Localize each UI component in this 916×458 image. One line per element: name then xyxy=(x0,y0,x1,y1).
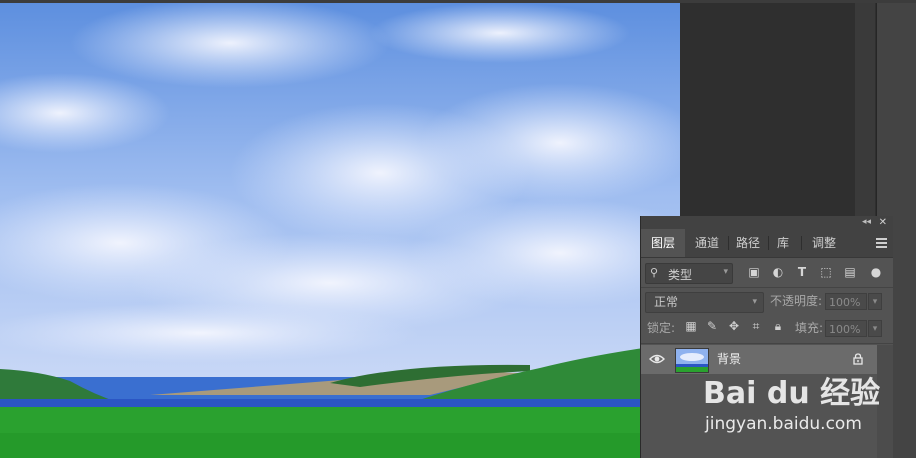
lock-transparent-icon[interactable]: ▦ xyxy=(684,319,698,333)
tab-paths[interactable]: 路径 xyxy=(729,229,767,257)
lock-fill-row: 锁定: ▦ ✎ ✥ ⌗ 🔒︎ 填充: 100% ▾ xyxy=(641,316,893,342)
divider xyxy=(641,343,893,344)
lock-position-icon[interactable]: ✥ xyxy=(727,319,741,333)
watermark-url: jingyan.baidu.com xyxy=(705,414,862,434)
collapse-panel-icon[interactable]: ◂◂ xyxy=(862,216,871,229)
opacity-dropdown-icon[interactable]: ▾ xyxy=(868,293,882,310)
shape-filter-icon[interactable]: ⬚ xyxy=(819,265,833,279)
layer-lock-icon[interactable] xyxy=(853,353,863,365)
tab-libraries[interactable]: 库 xyxy=(769,229,797,257)
chevron-down-icon: ▾ xyxy=(723,267,728,277)
fill-input[interactable]: 100% xyxy=(825,320,867,337)
divider xyxy=(641,287,893,288)
filter-kind-select[interactable]: ⚲ 类型 ▾ xyxy=(645,263,733,284)
blend-mode-select[interactable]: 正常 ▾ xyxy=(645,292,764,313)
document-canvas[interactable] xyxy=(0,3,680,458)
filter-row: ⚲ 类型 ▾ ▣ ◐ T ⬚ ▤ ● xyxy=(641,258,893,287)
image-filter-icon[interactable]: ▣ xyxy=(747,265,761,279)
eye-visibility-icon[interactable] xyxy=(649,353,665,365)
blend-mode-value: 正常 xyxy=(654,295,679,309)
close-panel-icon[interactable]: ✕ xyxy=(879,216,887,229)
panel-menu-icon[interactable] xyxy=(876,238,887,248)
watermark-logo: Bai du 经验 xyxy=(703,376,881,411)
tab-channels[interactable]: 通道 xyxy=(687,229,727,257)
tab-adjustments[interactable]: 调整 xyxy=(803,229,845,257)
adjustment-filter-icon[interactable]: ◐ xyxy=(771,265,785,279)
lock-all-icon[interactable]: 🔒︎ xyxy=(771,319,785,333)
filter-toggle-icon[interactable]: ● xyxy=(869,265,883,279)
fill-dropdown-icon[interactable]: ▾ xyxy=(868,320,882,337)
opacity-label: 不透明度: xyxy=(770,294,823,308)
filter-kind-label: 类型 xyxy=(668,268,693,282)
lock-artboard-icon[interactable]: ⌗ xyxy=(749,319,763,333)
landscape-photo xyxy=(0,3,680,458)
chevron-down-icon: ▾ xyxy=(752,297,757,307)
search-icon: ⚲ xyxy=(650,266,659,279)
blend-opacity-row: 正常 ▾ 不透明度: 100% ▾ xyxy=(641,289,893,315)
panel-title-bar: ◂◂ ✕ xyxy=(641,216,893,229)
panel-dock-strip xyxy=(855,3,875,216)
tab-separator xyxy=(801,236,802,250)
opacity-input[interactable]: 100% xyxy=(825,293,867,310)
lock-image-icon[interactable]: ✎ xyxy=(705,319,719,333)
lock-label: 锁定: xyxy=(647,321,676,335)
type-filter-icon[interactable]: T xyxy=(795,265,809,279)
smart-object-filter-icon[interactable]: ▤ xyxy=(843,265,857,279)
fill-label: 填充: xyxy=(795,321,824,335)
panel-tabs: 图层 通道 路径 库 调整 xyxy=(641,229,893,258)
tab-layers[interactable]: 图层 xyxy=(641,229,685,257)
